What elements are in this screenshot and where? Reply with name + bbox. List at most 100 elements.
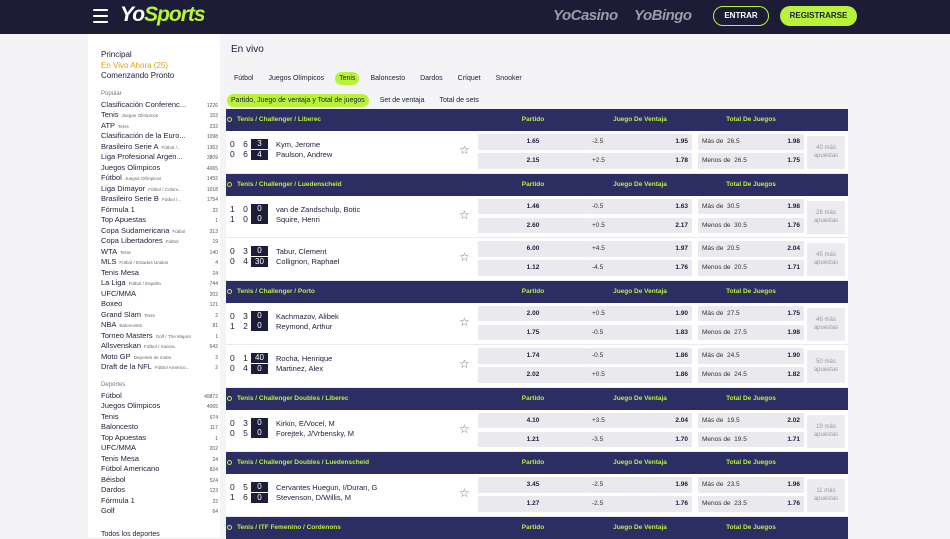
handicap-odd-button[interactable]: +0.5 1.86 bbox=[588, 367, 692, 383]
handicap-odd-button[interactable]: -4.5 1.76 bbox=[588, 260, 692, 276]
total-odd-button[interactable]: Más de 19.5 2.02 bbox=[698, 412, 804, 428]
sidebar-sport-item[interactable]: Baloncesto 117 bbox=[101, 422, 218, 433]
total-odd-button[interactable]: Menos de 24.5 1.82 bbox=[698, 367, 804, 383]
match-odd-button[interactable]: 2.60 bbox=[478, 217, 588, 233]
total-odd-button[interactable]: Más de 20.5 2.04 bbox=[698, 241, 804, 257]
total-odd-button[interactable]: Más de 26.5 1.98 bbox=[698, 134, 804, 150]
match-odd-button[interactable]: 1.75 bbox=[478, 324, 588, 340]
handicap-odd-button[interactable]: -3.5 1.70 bbox=[588, 431, 692, 447]
sidebar-popular-item[interactable]: Top Apuestas 1 bbox=[101, 215, 218, 226]
sidebar-sport-item[interactable]: Tenis 674 bbox=[101, 412, 218, 423]
sidebar-popular-item[interactable]: UFC/MMA 202 bbox=[101, 289, 218, 300]
menu-icon[interactable] bbox=[93, 9, 108, 23]
sidebar-popular-item[interactable]: Allsvenskan Fútbol / Suecia 642 bbox=[101, 341, 218, 352]
match-odd-button[interactable]: 1.65 bbox=[478, 134, 588, 150]
sidebar-popular-item[interactable]: La Liga Fútbol / España 744 bbox=[101, 278, 218, 289]
players[interactable]: Kirkin, E/Vocel, M Forejtek, J/Vrbensky, … bbox=[276, 419, 354, 439]
market-tab[interactable]: Set de ventaja bbox=[376, 94, 429, 107]
more-bets-button[interactable]: 45 más apuestas bbox=[807, 243, 845, 276]
total-odd-button[interactable]: Más de 27.5 1.75 bbox=[698, 305, 804, 321]
handicap-odd-button[interactable]: -2.5 1.95 bbox=[588, 134, 692, 150]
sidebar-popular-item[interactable]: Draft de la NFL Fútbol Americo... 2 bbox=[101, 362, 218, 373]
sidebar-sport-item[interactable]: Dardos 123 bbox=[101, 485, 218, 496]
sidebar-popular-item[interactable]: Brasileiro Serie A Fútbol /... 1363 bbox=[101, 142, 218, 153]
match-odd-button[interactable]: 3.45 bbox=[478, 477, 588, 493]
sidebar-sport-item[interactable]: Fútbol Americano 824 bbox=[101, 464, 218, 475]
handicap-odd-button[interactable]: -0.5 1.63 bbox=[588, 198, 692, 214]
sidebar-popular-item[interactable]: Juegos Olimpicos 4065 bbox=[101, 163, 218, 174]
match-odd-button[interactable]: 1.46 bbox=[478, 198, 588, 214]
sport-tab[interactable]: Baloncesto bbox=[366, 72, 409, 85]
more-bets-button[interactable]: 50 más apuestas bbox=[807, 350, 845, 383]
market-tab[interactable]: Total de sets bbox=[436, 94, 483, 107]
sidebar-popular-item[interactable]: MLS Fútbol / Estados Unidos 4 bbox=[101, 257, 218, 268]
sport-tab[interactable]: Críquet bbox=[454, 72, 485, 85]
players[interactable]: Kachmazov, Alibek Reymond, Arthur bbox=[276, 312, 339, 332]
sidebar-popular-item[interactable]: NBA Baloncesto 81 bbox=[101, 320, 218, 331]
sidebar-popular-item[interactable]: Moto GP Deportes de motor 3 bbox=[101, 352, 218, 363]
players[interactable]: Cervantes Huegun, I/Duran, G Stevenson, D… bbox=[276, 483, 377, 503]
match-odd-button[interactable]: 6.00 bbox=[478, 241, 588, 257]
sport-tab[interactable]: Fútbol bbox=[230, 72, 257, 85]
match-odd-button[interactable]: 2.02 bbox=[478, 367, 588, 383]
favorite-star-icon[interactable]: ☆ bbox=[459, 487, 470, 499]
handicap-odd-button[interactable]: -0.5 1.83 bbox=[588, 324, 692, 340]
market-tab[interactable]: Partido, Juego de ventaja y Total de jue… bbox=[227, 94, 369, 107]
sport-tab[interactable]: Dardos bbox=[416, 72, 447, 85]
more-bets-button[interactable]: 26 más apuestas bbox=[807, 200, 845, 234]
sidebar-popular-item[interactable]: Copa Libertadores Fútbol 19 bbox=[101, 236, 218, 247]
more-bets-button[interactable]: 46 más apuestas bbox=[807, 307, 845, 341]
handicap-odd-button[interactable]: +2.5 1.78 bbox=[588, 153, 692, 169]
total-odd-button[interactable]: Menos de 26.5 1.75 bbox=[698, 153, 804, 169]
players[interactable]: Tabur, Clement Collignon, Raphael bbox=[276, 247, 339, 267]
handicap-odd-button[interactable]: -2.5 1.96 bbox=[588, 477, 692, 493]
sidebar-popular-item[interactable]: Grand Slam Tenis 2 bbox=[101, 310, 218, 321]
sport-tab[interactable]: Snooker bbox=[492, 72, 526, 85]
match-odd-button[interactable]: 2.15 bbox=[478, 153, 588, 169]
match-odd-button[interactable]: 1.27 bbox=[478, 496, 588, 512]
handicap-odd-button[interactable]: +0.5 1.90 bbox=[588, 305, 692, 321]
players[interactable]: Kym, Jerome Paulson, Andrew bbox=[276, 140, 332, 160]
handicap-odd-button[interactable]: +4.5 1.97 bbox=[588, 241, 692, 257]
sport-tab[interactable]: Tenis bbox=[335, 72, 360, 85]
match-odd-button[interactable]: 1.21 bbox=[478, 431, 588, 447]
yobingo-link[interactable]: YoBingo bbox=[634, 7, 692, 24]
handicap-odd-button[interactable]: -2.5 1.76 bbox=[588, 496, 692, 512]
sidebar-popular-item[interactable]: Clasificación Conferenc... 1226 bbox=[101, 100, 218, 111]
handicap-odd-button[interactable]: +0.5 2.17 bbox=[588, 217, 692, 233]
sidebar-popular-item[interactable]: Fórmula 1 22 bbox=[101, 205, 218, 216]
sidebar-popular-item[interactable]: Tenis Mesa 24 bbox=[101, 268, 218, 279]
handicap-odd-button[interactable]: +3.5 2.04 bbox=[588, 412, 692, 428]
handicap-odd-button[interactable]: -0.5 1.86 bbox=[588, 348, 692, 364]
sidebar-sport-item[interactable]: UFC/MMA 202 bbox=[101, 443, 218, 454]
sidebar-popular-item[interactable]: Boxeo 121 bbox=[101, 299, 218, 310]
total-odd-button[interactable]: Menos de 27.5 1.98 bbox=[698, 324, 804, 340]
yocasino-link[interactable]: YoCasino bbox=[553, 7, 618, 24]
sidebar-popular-item[interactable]: Fútbol Juegos Olímpicos 1452 bbox=[101, 173, 218, 184]
total-odd-button[interactable]: Más de 24.5 1.90 bbox=[698, 348, 804, 364]
sidebar-popular-item[interactable]: Copa Sudamericana Fútbol 313 bbox=[101, 226, 218, 237]
total-odd-button[interactable]: Menos de 19.5 1.71 bbox=[698, 431, 804, 447]
sidebar-top-item[interactable]: En Vivo Ahora (25) bbox=[101, 61, 220, 72]
sidebar-top-item[interactable]: Principal bbox=[101, 50, 220, 61]
login-button[interactable]: ENTRAR bbox=[713, 6, 769, 26]
favorite-star-icon[interactable]: ☆ bbox=[459, 209, 470, 221]
total-odd-button[interactable]: Más de 30.5 1.98 bbox=[698, 198, 804, 214]
match-odd-button[interactable]: 1.74 bbox=[478, 348, 588, 364]
sidebar-popular-item[interactable]: Clasificación de la Euro... 1098 bbox=[101, 131, 218, 142]
sidebar-popular-item[interactable]: Liga Profesional Argen... 3809 bbox=[101, 152, 218, 163]
match-odd-button[interactable]: 1.12 bbox=[478, 260, 588, 276]
register-button[interactable]: REGISTRARSE bbox=[780, 6, 857, 26]
sidebar-top-item[interactable]: Comenzando Pronto bbox=[101, 71, 220, 82]
all-sports-link[interactable]: Todos los deportes bbox=[101, 531, 220, 538]
sidebar-popular-item[interactable]: Brasileiro Serie B Fútbol /... 1754 bbox=[101, 194, 218, 205]
players[interactable]: Rocha, Henrique Martinez, Alex bbox=[276, 354, 332, 374]
favorite-star-icon[interactable]: ☆ bbox=[459, 144, 470, 156]
total-odd-button[interactable]: Menos de 20.5 1.71 bbox=[698, 260, 804, 276]
sidebar-popular-item[interactable]: Torneo Masters Golf / The Majors 1 bbox=[101, 331, 218, 342]
sidebar-popular-item[interactable]: Liga Dimayor Fútbol / Colom... 1018 bbox=[101, 184, 218, 195]
more-bets-button[interactable]: 19 más apuestas bbox=[807, 414, 845, 448]
sidebar-sport-item[interactable]: Fórmula 1 22 bbox=[101, 496, 218, 507]
favorite-star-icon[interactable]: ☆ bbox=[459, 358, 470, 370]
total-odd-button[interactable]: Menos de 23.5 1.76 bbox=[698, 496, 804, 512]
